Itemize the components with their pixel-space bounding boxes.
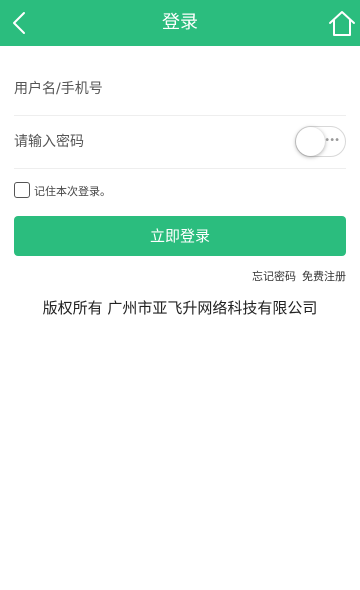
password-row: ••• <box>14 116 346 169</box>
account-links: 忘记密码 免费注册 <box>252 268 346 284</box>
remember-checkbox[interactable] <box>14 182 30 198</box>
password-input[interactable] <box>14 116 284 168</box>
register-link[interactable]: 免费注册 <box>302 270 346 283</box>
app-header: 登录 <box>0 0 360 46</box>
home-button[interactable] <box>327 9 357 39</box>
password-visibility-toggle[interactable]: ••• <box>295 126 346 157</box>
login-button[interactable]: 立即登录 <box>14 216 346 256</box>
username-input[interactable] <box>14 63 284 115</box>
copyright-text: 版权所有 广州市亚飞升网络科技有限公司 <box>42 299 318 317</box>
home-icon <box>329 11 355 36</box>
username-row <box>14 63 346 116</box>
more-dots-icon: ••• <box>324 135 340 146</box>
page-title: 登录 <box>162 12 198 33</box>
remember-label: 记住本次登录。 <box>34 185 111 198</box>
forgot-password-link[interactable]: 忘记密码 <box>252 270 296 283</box>
toggle-knob <box>296 127 325 156</box>
